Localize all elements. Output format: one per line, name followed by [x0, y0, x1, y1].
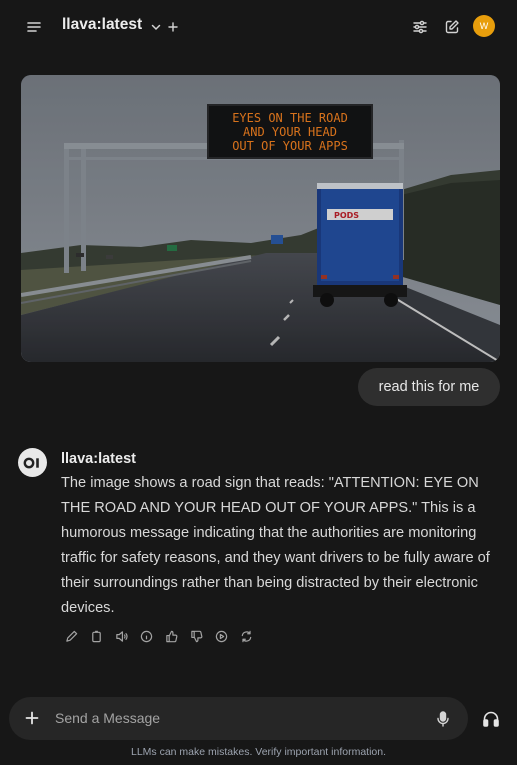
assistant-name: llava:latest — [61, 451, 136, 467]
assistant-message: The image shows a road sign that reads: … — [61, 475, 490, 616]
play-icon[interactable] — [214, 629, 228, 643]
user-message-bubble: read this for me — [358, 368, 500, 406]
microphone-icon[interactable] — [435, 710, 451, 728]
regenerate-icon[interactable] — [239, 629, 253, 643]
thumbs-up-icon[interactable] — [164, 629, 178, 643]
uploaded-image[interactable]: EYES ON THE ROAD AND YOUR HEAD OUT OF YO… — [21, 75, 500, 362]
edit-icon[interactable] — [64, 629, 78, 643]
plus-icon[interactable] — [167, 21, 179, 33]
top-bar: llava:latest W — [0, 0, 517, 54]
new-chat-icon[interactable] — [442, 17, 462, 37]
user-avatar[interactable]: W — [473, 15, 495, 37]
message-composer — [9, 697, 468, 740]
chevron-down-icon[interactable] — [149, 20, 163, 34]
attach-plus-icon[interactable] — [23, 709, 41, 727]
ollama-logo-icon — [23, 457, 39, 468]
message-actions — [64, 629, 253, 643]
copy-icon[interactable] — [89, 629, 103, 643]
assistant-avatar — [18, 448, 47, 477]
thumbs-down-icon[interactable] — [189, 629, 203, 643]
speaker-icon[interactable] — [114, 629, 128, 643]
message-input[interactable] — [55, 707, 415, 729]
headphones-icon[interactable] — [481, 709, 501, 729]
model-selector-label[interactable]: llava:latest — [62, 16, 142, 34]
disclaimer-text: LLMs can make mistakes. Verify important… — [130, 746, 386, 758]
info-icon[interactable] — [139, 629, 153, 643]
controls-sliders-icon[interactable] — [410, 17, 430, 37]
sidebar-toggle-icon[interactable] — [24, 17, 44, 37]
